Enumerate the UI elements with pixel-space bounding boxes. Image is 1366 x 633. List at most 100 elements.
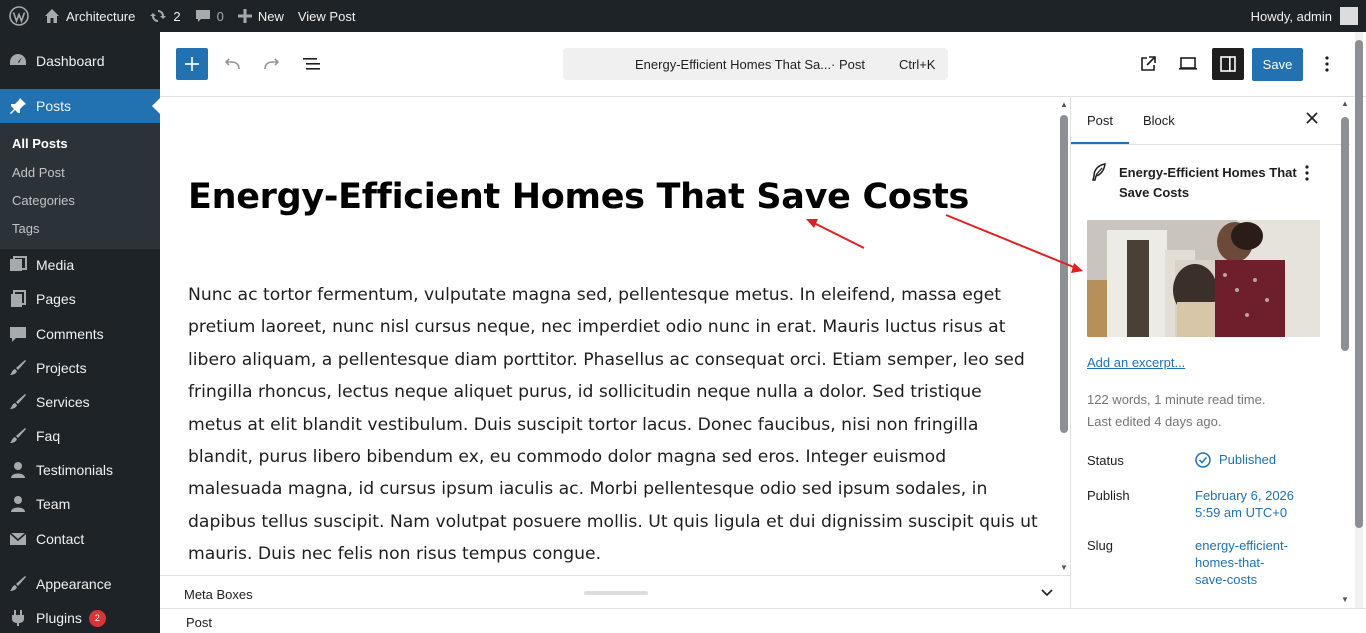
submenu-all-posts[interactable]: All Posts <box>12 136 68 151</box>
save-button[interactable]: Save <box>1252 48 1303 81</box>
pushpin-icon <box>8 96 28 116</box>
chevron-down-icon[interactable] <box>1040 585 1054 602</box>
post-title[interactable]: Energy-Efficient Homes That Save Costs <box>188 177 969 217</box>
sidebar-item-services[interactable]: Services <box>0 385 160 419</box>
settings-scroll-down-icon[interactable]: ▼ <box>1341 596 1349 604</box>
tab-block[interactable]: Block <box>1143 97 1175 144</box>
brush-icon <box>8 392 28 412</box>
slug-button[interactable]: energy-efficient- homes-that- save-costs <box>1195 537 1288 588</box>
submenu-tags[interactable]: Tags <box>12 221 39 236</box>
view-post-link[interactable]: View Post <box>291 0 363 32</box>
comments-link[interactable]: 0 <box>188 0 231 32</box>
settings-scroll-up-icon[interactable]: ▲ <box>1341 100 1349 108</box>
post-card-title: Energy-Efficient Homes That Save Costs <box>1119 165 1297 200</box>
account-menu[interactable]: Howdy, admin <box>1251 7 1366 25</box>
wordpress-logo-icon[interactable] <box>0 0 37 32</box>
undo-icon <box>222 56 242 72</box>
user-icon <box>8 460 28 480</box>
brush-icon <box>8 358 28 378</box>
submenu-categories[interactable]: Categories <box>12 193 75 208</box>
dashboard-icon <box>8 51 28 71</box>
submenu-add-post[interactable]: Add Post <box>12 165 65 180</box>
sidebar-item-label: Comments <box>36 326 104 342</box>
sidebar-item-testimonials[interactable]: Testimonials <box>0 453 160 487</box>
status-button[interactable]: Published <box>1195 451 1276 468</box>
comment-icon <box>8 324 28 344</box>
new-content-link[interactable]: New <box>231 0 291 32</box>
sidebar-item-label: Media <box>36 257 75 273</box>
desktop-icon <box>1178 56 1198 72</box>
page-scrollbar-thumb[interactable] <box>1355 40 1363 528</box>
last-edited: Last edited 4 days ago. <box>1087 414 1222 429</box>
sidebar-item-dashboard[interactable]: Dashboard <box>0 44 160 78</box>
slug-label: Slug <box>1087 538 1114 553</box>
settings-toggle-button[interactable] <box>1212 48 1244 80</box>
post-actions-button[interactable] <box>1305 165 1309 184</box>
settings-scrollbar[interactable] <box>1341 111 1349 351</box>
sidebar-item-faq[interactable]: Faq <box>0 419 160 453</box>
status-label: Status <box>1087 453 1124 468</box>
canvas-scrollbar[interactable] <box>1060 111 1068 433</box>
sidebar-item-label: Posts <box>36 98 72 114</box>
featured-image[interactable] <box>1087 220 1320 337</box>
sidebar-item-label: Appearance <box>36 576 112 592</box>
sidebar-item-label: Pages <box>36 291 76 307</box>
meta-boxes-panel[interactable]: Meta Boxes <box>160 575 1070 608</box>
post-stats: 122 words, 1 minute read time. Last edit… <box>1087 389 1265 433</box>
plus-icon <box>184 56 200 72</box>
sidebar-item-contact[interactable]: Contact <box>0 522 160 556</box>
home-icon <box>44 8 60 24</box>
plugins-update-badge: 2 <box>88 609 106 627</box>
scroll-up-arrow-icon[interactable]: ▲ <box>1060 101 1068 109</box>
post-paragraph[interactable]: Nunc ac tortor fermentum, vulputate magn… <box>188 279 1038 571</box>
canvas-scrollbar-thumb[interactable] <box>1060 115 1068 433</box>
editor-header: Energy-Efficient Homes That Sa... · Post… <box>160 32 1366 97</box>
sidebar-item-projects[interactable]: Projects <box>0 351 160 385</box>
sidebar-item-pages[interactable]: Pages <box>0 282 160 316</box>
redo-icon <box>262 56 282 72</box>
redo-button[interactable] <box>256 48 288 80</box>
publish-date-button[interactable]: February 6, 2026 5:59 am UTC+0 <box>1195 487 1294 521</box>
editor-footer: Post <box>160 608 1366 633</box>
breadcrumb[interactable]: Post <box>186 615 212 630</box>
options-button[interactable] <box>1311 48 1343 80</box>
sidebar-item-posts[interactable]: Posts <box>0 89 160 123</box>
sidebar-item-appearance[interactable]: Appearance <box>0 567 160 601</box>
block-inserter-button[interactable] <box>176 48 208 80</box>
command-palette-bar[interactable]: Energy-Efficient Homes That Sa... · Post… <box>563 48 948 80</box>
sidebar-item-plugins[interactable]: Plugins 2 <box>0 601 160 633</box>
sidebar-item-label: Services <box>36 394 90 410</box>
sidebar-item-team[interactable]: Team <box>0 487 160 521</box>
scroll-down-arrow-icon[interactable]: ▼ <box>1060 564 1068 572</box>
more-vertical-icon <box>1325 56 1329 72</box>
sidebar-icon <box>1219 55 1237 73</box>
editor-canvas: Energy-Efficient Homes That Save Costs N… <box>160 97 1070 575</box>
tabs-divider <box>1071 144 1350 145</box>
undo-button[interactable] <box>216 48 248 80</box>
resize-handle[interactable] <box>584 591 648 595</box>
tab-post[interactable]: Post <box>1071 97 1130 144</box>
howdy-text: Howdy, admin <box>1250 8 1332 24</box>
sidebar-item-media[interactable]: Media <box>0 248 160 282</box>
page-scrollbar[interactable] <box>1355 32 1363 608</box>
document-overview-button[interactable] <box>296 48 328 80</box>
admin-sidebar: Dashboard Posts All Posts Add Post Categ… <box>0 32 160 633</box>
posts-submenu: All Posts Add Post Categories Tags <box>0 123 160 249</box>
admin-bar: Architecture 2 0 New View Post Howdy, ad… <box>0 0 1366 32</box>
device-preview-button[interactable] <box>1172 48 1204 80</box>
view-post-button[interactable] <box>1132 48 1164 80</box>
plus-icon <box>237 9 252 23</box>
close-icon[interactable] <box>1305 111 1319 128</box>
sidebar-item-label: Plugins <box>36 610 82 626</box>
avatar <box>1340 7 1358 25</box>
settings-sidebar: Post Block Energy-Efficient Homes That S… <box>1070 97 1350 608</box>
site-name-link[interactable]: Architecture <box>37 0 142 32</box>
published-check-icon <box>1195 451 1211 468</box>
sidebar-item-label: Dashboard <box>36 53 105 69</box>
settings-scrollbar-thumb[interactable] <box>1341 117 1349 351</box>
sidebar-item-comments[interactable]: Comments <box>0 317 160 351</box>
document-type: · Post <box>831 56 865 72</box>
sidebar-item-label: Projects <box>36 360 87 376</box>
updates-link[interactable]: 2 <box>142 0 187 32</box>
add-excerpt-link[interactable]: Add an excerpt... <box>1087 355 1185 370</box>
